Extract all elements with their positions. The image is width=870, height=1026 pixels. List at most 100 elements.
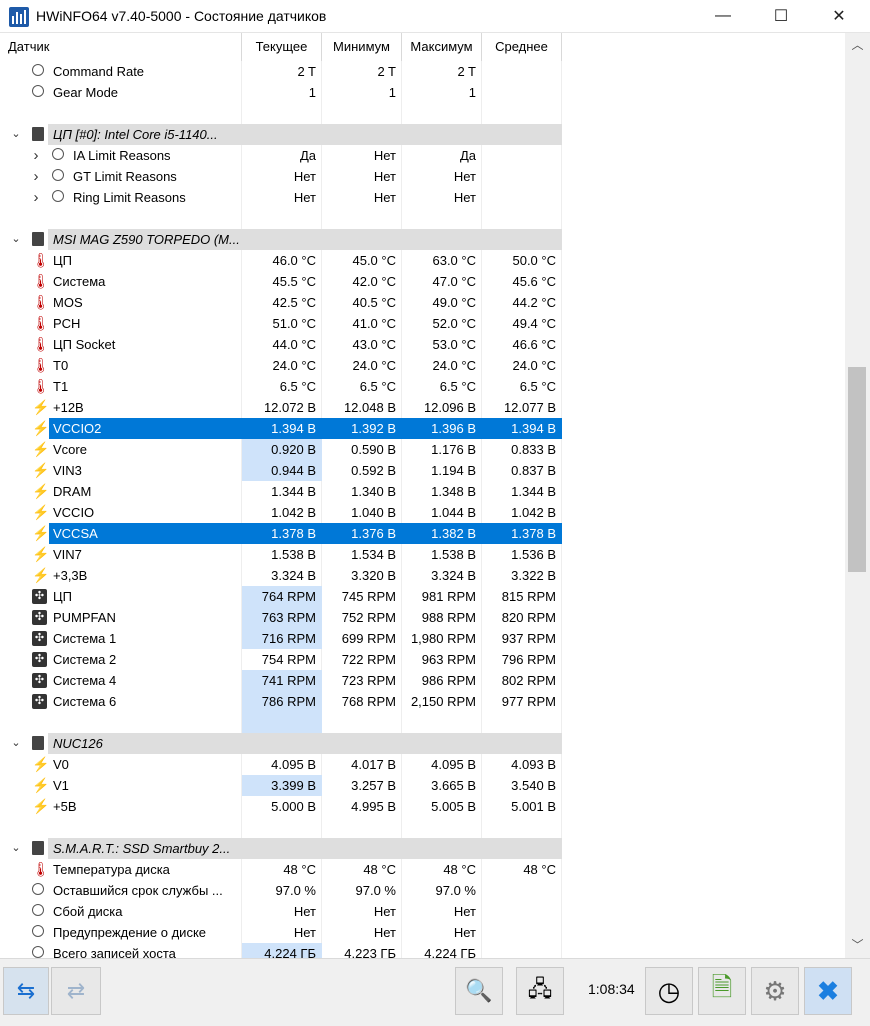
settings-button[interactable]: ⚙ bbox=[751, 967, 799, 1015]
collapse-chevron-icon[interactable]: ⌄ bbox=[10, 124, 22, 145]
value-average: 1.394 В bbox=[482, 418, 562, 439]
table-row[interactable]: 🌡 ЦП Socket 44.0 °C 43.0 °C 53.0 °C 46.6 °C bbox=[0, 334, 845, 355]
thermometer-icon: 🌡 bbox=[32, 252, 50, 268]
chip-icon bbox=[32, 736, 44, 750]
sensor-table[interactable]: Датчик Текущее Минимум Максимум Среднее … bbox=[0, 33, 845, 958]
scrollbar-thumb[interactable] bbox=[848, 367, 866, 572]
group-row[interactable]: ⌄ ЦП [#0]: Intel Core i5-1140... bbox=[0, 124, 845, 145]
clock-icon: ◷ bbox=[657, 975, 681, 1006]
value-minimum: 1.376 В bbox=[322, 523, 402, 544]
table-row[interactable]: 🌡 MOS 42.5 °C 40.5 °C 49.0 °C 44.2 °C bbox=[0, 292, 845, 313]
table-row[interactable]: ✣ Система 1 716 RPM 699 RPM 1,980 RPM 937 RPM bbox=[0, 628, 845, 649]
table-row[interactable]: ⚡ V1 3.399 В 3.257 В 3.665 В 3.540 В bbox=[0, 775, 845, 796]
value-current: 48 °C bbox=[283, 862, 316, 877]
fan-icon: ✣ bbox=[32, 610, 47, 625]
network-button[interactable]: 🖧 bbox=[516, 967, 564, 1015]
scroll-up-icon[interactable]: ︿ bbox=[845, 33, 870, 58]
value-current: 6.5 °C bbox=[279, 379, 316, 394]
thermometer-icon: 🌡 bbox=[32, 273, 50, 289]
scroll-down-icon[interactable]: ﹀ bbox=[845, 933, 870, 958]
column-header-minimum[interactable]: Минимум bbox=[322, 33, 402, 61]
table-row[interactable]: ⚡ Vcore 0.920 В 0.590 В 1.176 В 0.833 В bbox=[0, 439, 845, 460]
vertical-scrollbar[interactable]: ︿ ﹀ bbox=[845, 33, 870, 958]
maximize-button[interactable]: ☐ bbox=[752, 0, 810, 32]
table-row[interactable]: ⚡ +12В 12.072 В 12.048 В 12.096 В 12.077 В bbox=[0, 397, 845, 418]
value-current: 44.0 °C bbox=[272, 337, 316, 352]
table-row[interactable]: ✣ Система 6 786 RPM 768 RPM 2,150 RPM 977 RPM bbox=[0, 691, 845, 712]
table-row[interactable]: Gear Mode 1 1 1 bbox=[0, 82, 845, 103]
table-row[interactable]: 🌡 T0 24.0 °C 24.0 °C 24.0 °C 24.0 °C bbox=[0, 355, 845, 376]
sensor-monitor-button[interactable]: 🔍 bbox=[455, 967, 503, 1015]
table-row[interactable]: 🌡 Система 45.5 °C 42.0 °C 47.0 °C 45.6 °C bbox=[0, 271, 845, 292]
value-current: 4.095 В bbox=[271, 757, 316, 772]
sensor-name: Vcore bbox=[53, 442, 87, 457]
table-row[interactable]: ⚡ V0 4.095 В 4.017 В 4.095 В 4.093 В bbox=[0, 754, 845, 775]
table-row[interactable]: ⚡ VIN7 1.538 В 1.534 В 1.538 В 1.536 В bbox=[0, 544, 845, 565]
table-row[interactable]: Оставшийся срок службы ... 97.0 % 97.0 % 97… bbox=[0, 880, 845, 901]
clock-icon bbox=[32, 904, 44, 916]
table-row[interactable]: 🌡 ЦП 46.0 °C 45.0 °C 63.0 °C 50.0 °C bbox=[0, 250, 845, 271]
sensor-name: PCH bbox=[53, 316, 81, 331]
value-current: Нет bbox=[293, 925, 316, 940]
value-average: 820 RPM bbox=[501, 610, 556, 625]
collapse-chevron-icon[interactable]: ⌄ bbox=[10, 229, 22, 250]
column-header-sensor[interactable]: Датчик bbox=[0, 33, 242, 61]
value-minimum: 2 T bbox=[377, 64, 396, 79]
table-row[interactable]: Всего записей хоста 4,224 ГБ 4,223 ГБ 4,224… bbox=[0, 943, 845, 958]
close-sensors-button[interactable]: ✖ bbox=[804, 967, 852, 1015]
expand-chevron-icon[interactable]: › bbox=[30, 187, 42, 208]
clock-icon bbox=[32, 883, 44, 895]
minimize-button[interactable]: — bbox=[694, 0, 752, 32]
value-minimum: 699 RPM bbox=[341, 631, 396, 646]
table-row[interactable]: ⚡ +5В 5.000 В 4.995 В 5.005 В 5.001 В bbox=[0, 796, 845, 817]
navigate-arrows-button[interactable]: ⇆ bbox=[3, 967, 49, 1015]
table-row[interactable]: Сбой диска Нет Нет Нет bbox=[0, 901, 845, 922]
column-header-current[interactable]: Текущее bbox=[242, 33, 322, 61]
value-average: 3.322 В bbox=[511, 568, 556, 583]
collapse-chevron-icon[interactable]: ⌄ bbox=[10, 733, 22, 754]
table-row[interactable]: Command Rate 2 T 2 T 2 T bbox=[0, 61, 845, 82]
value-minimum: 723 RPM bbox=[341, 673, 396, 688]
table-row[interactable]: ✣ PUMPFAN 763 RPM 752 RPM 988 RPM 820 RPM bbox=[0, 607, 845, 628]
clock-icon bbox=[32, 64, 44, 76]
group-row[interactable]: ⌄ MSI MAG Z590 TORPEDO (M... bbox=[0, 229, 845, 250]
table-row[interactable]: Предупреждение о диске Нет Нет Нет bbox=[0, 922, 845, 943]
table-row[interactable]: 🌡 T1 6.5 °C 6.5 °C 6.5 °C 6.5 °C bbox=[0, 376, 845, 397]
clock-icon bbox=[52, 169, 64, 181]
table-row[interactable]: 🌡 PCH 51.0 °C 41.0 °C 52.0 °C 49.4 °C bbox=[0, 313, 845, 334]
value-average: 1.344 В bbox=[511, 484, 556, 499]
value-average bbox=[482, 943, 562, 958]
table-row[interactable]: › GT Limit Reasons Нет Нет Нет bbox=[0, 166, 845, 187]
table-row[interactable]: ⚡ VIN3 0.944 В 0.592 В 1.194 В 0.837 В bbox=[0, 460, 845, 481]
expand-chevron-icon[interactable]: › bbox=[30, 166, 42, 187]
table-row[interactable]: › IA Limit Reasons Да Нет Да bbox=[0, 145, 845, 166]
group-row[interactable]: ⌄ NUC126 bbox=[0, 733, 845, 754]
navigate-arrows-disabled-button[interactable]: ⇄ bbox=[51, 967, 101, 1015]
value-maximum: 4,224 ГБ bbox=[424, 946, 476, 958]
table-row[interactable]: › Ring Limit Reasons Нет Нет Нет bbox=[0, 187, 845, 208]
reset-timer-button[interactable]: ◷ bbox=[645, 967, 693, 1015]
table-row[interactable]: ⚡ VCCIO2 1.394 В 1.392 В 1.396 В 1.394 В bbox=[0, 418, 845, 439]
value-maximum: Нет bbox=[453, 169, 476, 184]
table-row[interactable]: 🌡 Температура диска 48 °C 48 °C 48 °C 48 °C bbox=[0, 859, 845, 880]
value-minimum: Нет bbox=[373, 904, 396, 919]
group-row[interactable]: ⌄ S.M.A.R.T.: SSD Smartbuy 2... bbox=[0, 838, 845, 859]
column-header-maximum[interactable]: Максимум bbox=[402, 33, 482, 61]
sensor-name: VCCIO bbox=[53, 505, 95, 520]
table-row[interactable]: ⚡ DRAM 1.344 В 1.340 В 1.348 В 1.344 В bbox=[0, 481, 845, 502]
value-current: 764 RPM bbox=[242, 586, 322, 607]
table-row[interactable]: ⚡ VCCIO 1.042 В 1.040 В 1.044 В 1.042 В bbox=[0, 502, 845, 523]
column-header-average[interactable]: Среднее bbox=[482, 33, 562, 61]
spacer-row bbox=[0, 817, 845, 838]
close-button[interactable]: ✕ bbox=[810, 0, 868, 32]
collapse-chevron-icon[interactable]: ⌄ bbox=[10, 838, 22, 859]
sensor-name: ЦП bbox=[53, 253, 72, 268]
table-row[interactable]: ✣ ЦП 764 RPM 745 RPM 981 RPM 815 RPM bbox=[0, 586, 845, 607]
sensor-name: DRAM bbox=[53, 484, 92, 499]
table-row[interactable]: ✣ Система 4 741 RPM 723 RPM 986 RPM 802 RPM bbox=[0, 670, 845, 691]
table-row[interactable]: ✣ Система 2 754 RPM 722 RPM 963 RPM 796 RPM bbox=[0, 649, 845, 670]
table-row[interactable]: ⚡ VCCSA 1.378 В 1.376 В 1.382 В 1.378 В bbox=[0, 523, 845, 544]
expand-chevron-icon[interactable]: › bbox=[30, 145, 42, 166]
table-row[interactable]: ⚡ +3,3В 3.324 В 3.320 В 3.324 В 3.322 В bbox=[0, 565, 845, 586]
log-file-button[interactable]: 🗎 bbox=[698, 967, 746, 1015]
